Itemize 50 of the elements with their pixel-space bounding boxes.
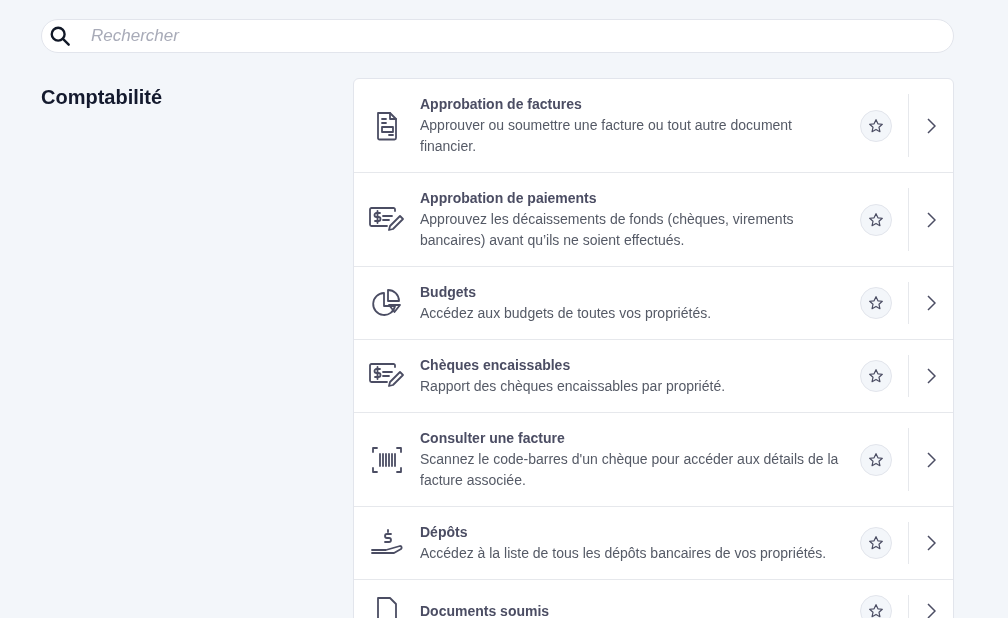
item-title: Budgets [420, 283, 477, 302]
list-item[interactable]: Approbation de paiements Approuvez les décaissements de fonds (chèques, virements bancaires) avant qu’ils ne soient effectués. [354, 173, 953, 267]
chevron-right-icon[interactable] [926, 451, 936, 468]
document-icon [375, 596, 399, 618]
section-heading: Comptabilité [41, 85, 163, 110]
chevron-right-icon[interactable] [926, 368, 936, 384]
item-description: Accédez à la liste de tous les dépôts bancaires de vos propriétés. [420, 544, 828, 563]
chevron-right-icon[interactable] [926, 535, 936, 551]
chevron-right-icon[interactable] [926, 117, 936, 134]
item-title: Consulter une facture [420, 429, 566, 448]
star-icon [868, 211, 884, 228]
item-title: Dépôts [420, 523, 469, 542]
list-item[interactable]: Dépôts Accédez à la liste de tous les dépôts bancaires de vos propriétés. [354, 507, 953, 580]
chevron-right-icon[interactable] [926, 295, 936, 311]
item-description: Approuvez les décaissements de fonds (chèques, virements bancaires) avant qu’ils ne soient effectués. [420, 210, 795, 250]
list-item[interactable]: Approbation de factures Approuver ou soumettre une facture ou tout autre document financier. [354, 79, 953, 173]
list-item[interactable]: Budgets Accédez aux budgets de toutes vos propriétés. [354, 267, 953, 340]
check-pen-icon [369, 206, 405, 233]
item-description: Rapport des chèques encaissables par propriété. [420, 377, 727, 396]
item-title: Approbation de paiements [420, 189, 598, 208]
barcode-scan-icon [371, 444, 403, 475]
search-icon [49, 25, 71, 47]
star-icon [868, 295, 884, 311]
list-item[interactable]: Documents soumis [354, 580, 953, 618]
list-item[interactable]: Chèques encaissables Rapport des chèques encaissables par propriété. [354, 340, 953, 413]
document-icon [375, 110, 399, 141]
chevron-right-icon[interactable] [926, 603, 936, 618]
favorite-button[interactable] [860, 287, 892, 319]
star-icon [868, 451, 884, 468]
favorite-button[interactable] [860, 109, 892, 142]
star-icon [868, 117, 884, 134]
favorite-button[interactable] [860, 360, 892, 392]
chevron-right-icon[interactable] [926, 211, 936, 228]
item-title: Approbation de factures [420, 95, 583, 114]
favorite-button[interactable] [860, 595, 892, 618]
list-item[interactable]: Consulter une facture Scannez le code-barres d'un chèque pour accéder aux détails de la facture associée. [354, 413, 953, 507]
star-icon [868, 368, 884, 384]
check-pen-icon [369, 363, 405, 389]
favorite-button[interactable] [860, 443, 892, 476]
item-description: Accédez aux budgets de toutes vos propriétés. [420, 304, 713, 323]
search-field[interactable]: Rechercher [41, 19, 954, 53]
star-icon [868, 535, 884, 551]
star-icon [868, 603, 884, 618]
item-title: Chèques encaissables [420, 356, 572, 375]
pie-chart-icon [372, 288, 402, 318]
favorite-button[interactable] [860, 527, 892, 559]
favorite-button[interactable] [860, 203, 892, 236]
item-title: Documents soumis [420, 601, 551, 618]
item-description: Scannez le code-barres d'un chèque pour accéder aux détails de la facture associée. [420, 450, 840, 490]
item-description: Approuver ou soumettre une facture ou tout autre document financier. [420, 116, 793, 156]
